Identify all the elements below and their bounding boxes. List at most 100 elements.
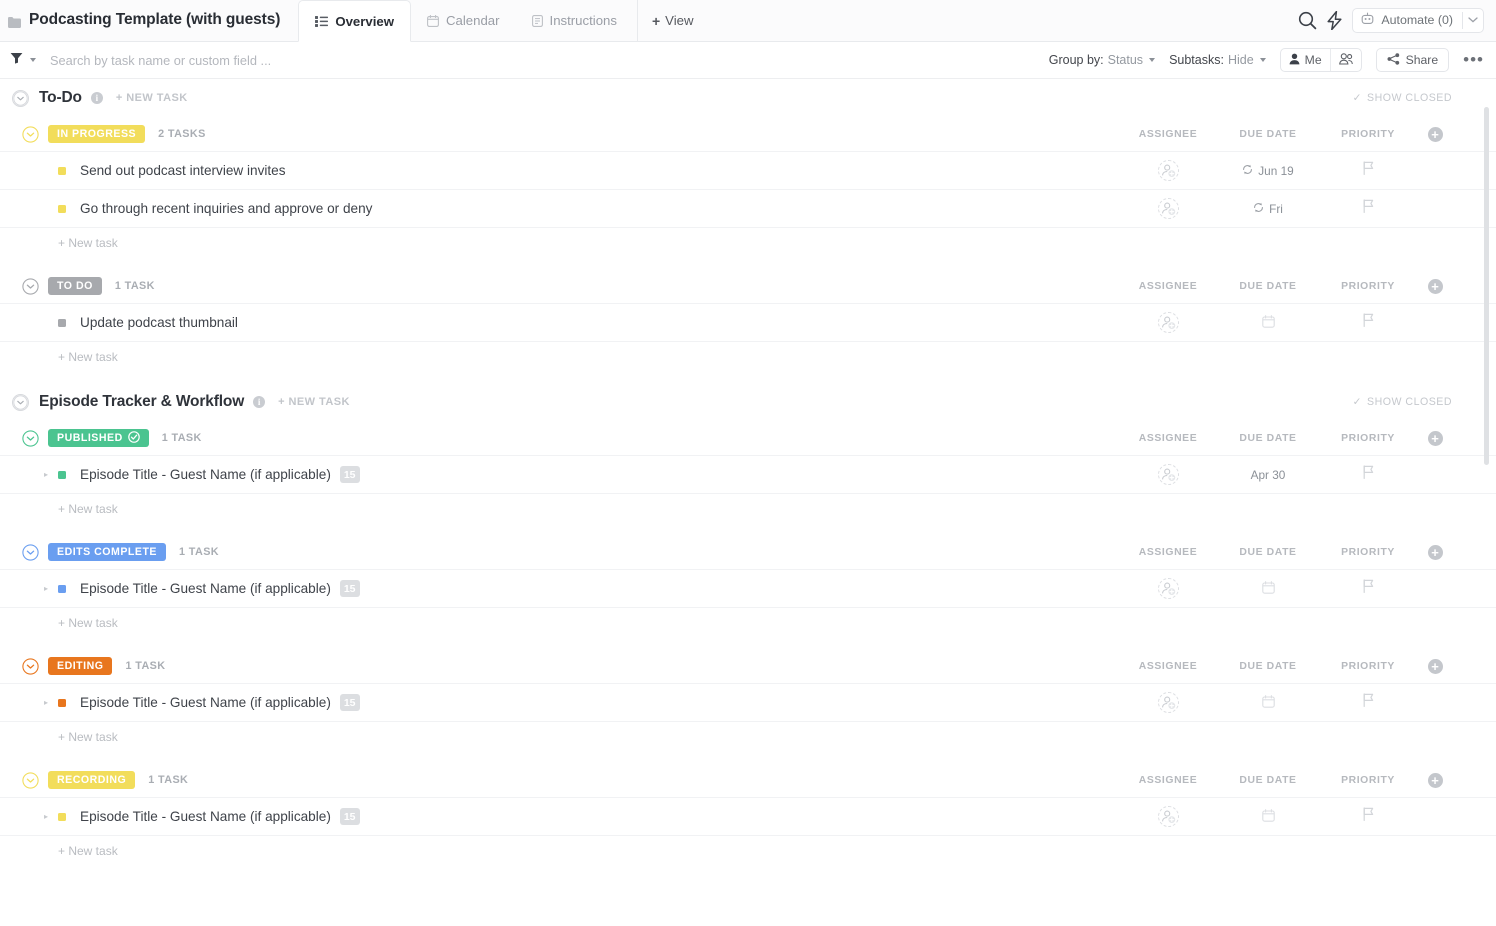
group-by-dropdown[interactable]: Group by: Status	[1049, 53, 1156, 67]
table-row[interactable]: ▸ Episode Title - Guest Name (if applicab…	[0, 455, 1496, 493]
vertical-scrollbar[interactable]	[1484, 107, 1489, 465]
table-row[interactable]: ▸ Episode Title - Guest Name (if applicab…	[0, 569, 1496, 607]
due-date-cell[interactable]: Fri	[1218, 202, 1318, 216]
due-date-cell[interactable]	[1218, 580, 1318, 597]
expand-task-icon[interactable]: ▸	[44, 584, 56, 593]
more-options-button[interactable]: •••	[1463, 51, 1484, 68]
due-date-cell[interactable]	[1218, 314, 1318, 331]
search-icon[interactable]	[1298, 11, 1317, 30]
assignee-cell[interactable]	[1118, 692, 1218, 713]
assignee-cell[interactable]	[1118, 312, 1218, 333]
add-assignee-icon[interactable]	[1157, 806, 1179, 827]
collapse-section-icon[interactable]	[12, 89, 29, 107]
status-badge[interactable]: IN PROGRESS	[48, 125, 146, 143]
add-view-button[interactable]: + View	[636, 0, 708, 41]
me-filter-button[interactable]: Me	[1281, 49, 1330, 71]
add-column-button[interactable]: +	[1418, 430, 1452, 446]
add-column-button[interactable]: +	[1418, 772, 1452, 788]
collapse-group-icon[interactable]	[22, 125, 39, 143]
task-name[interactable]: Episode Title - Guest Name (if applicabl…	[80, 467, 331, 482]
new-task-row[interactable]: + New task	[0, 227, 1496, 257]
assignee-cell[interactable]	[1118, 578, 1218, 599]
chevron-down-icon[interactable]	[1462, 11, 1478, 29]
assignee-cell[interactable]	[1118, 464, 1218, 485]
show-closed-toggle[interactable]: ✓ SHOW CLOSED	[1353, 396, 1452, 408]
task-status-dot[interactable]	[58, 698, 66, 707]
task-status-dot[interactable]	[58, 584, 66, 593]
share-button[interactable]: Share	[1375, 48, 1450, 72]
assignee-cell[interactable]	[1118, 806, 1218, 827]
due-date-cell[interactable]	[1218, 808, 1318, 825]
task-name[interactable]: Go through recent inquiries and approve …	[80, 201, 372, 216]
new-task-row[interactable]: + New task	[0, 721, 1496, 751]
new-task-row[interactable]: + New task	[0, 493, 1496, 523]
table-row[interactable]: Go through recent inquiries and approve …	[0, 189, 1496, 227]
priority-cell[interactable]	[1318, 161, 1418, 180]
assignee-cell[interactable]	[1118, 160, 1218, 181]
new-task-row[interactable]: + New task	[0, 341, 1496, 371]
filter-button[interactable]	[6, 51, 40, 69]
add-assignee-icon[interactable]	[1157, 578, 1179, 599]
task-name[interactable]: Episode Title - Guest Name (if applicabl…	[80, 581, 331, 596]
status-badge[interactable]: RECORDING	[48, 771, 136, 789]
add-assignee-icon[interactable]	[1157, 692, 1179, 713]
priority-cell[interactable]	[1318, 199, 1418, 218]
new-task-button[interactable]: + NEW TASK	[116, 92, 188, 104]
tab-calendar[interactable]: Calendar	[411, 0, 516, 41]
task-name[interactable]: Update podcast thumbnail	[80, 315, 238, 330]
table-row[interactable]: ▸ Episode Title - Guest Name (if applicab…	[0, 797, 1496, 835]
task-name[interactable]: Episode Title - Guest Name (if applicabl…	[80, 695, 331, 710]
collapse-group-icon[interactable]	[22, 543, 39, 561]
due-date-cell[interactable]: Jun 19	[1218, 164, 1318, 178]
task-status-dot[interactable]	[58, 318, 66, 327]
info-icon[interactable]: i	[90, 92, 103, 104]
assignee-cell[interactable]	[1118, 198, 1218, 219]
info-icon[interactable]: i	[253, 396, 266, 408]
priority-cell[interactable]	[1318, 807, 1418, 826]
status-badge[interactable]: EDITS COMPLETE	[48, 543, 166, 561]
task-status-dot[interactable]	[58, 470, 66, 479]
add-column-button[interactable]: +	[1418, 278, 1452, 294]
due-date-cell[interactable]	[1218, 694, 1318, 711]
subtasks-dropdown[interactable]: Subtasks: Hide	[1169, 53, 1266, 67]
new-task-row[interactable]: + New task	[0, 835, 1496, 865]
collapse-section-icon[interactable]	[12, 393, 29, 411]
table-row[interactable]: ▸ Episode Title - Guest Name (if applicab…	[0, 683, 1496, 721]
priority-cell[interactable]	[1318, 465, 1418, 484]
lightning-bolt-icon[interactable]	[1327, 10, 1342, 30]
expand-task-icon[interactable]: ▸	[44, 812, 56, 821]
add-assignee-icon[interactable]	[1157, 312, 1179, 333]
collapse-group-icon[interactable]	[22, 429, 39, 447]
task-status-dot[interactable]	[58, 204, 66, 213]
tab-overview[interactable]: Overview	[298, 0, 411, 42]
expand-task-icon[interactable]: ▸	[44, 470, 56, 479]
table-row[interactable]: Send out podcast interview invites Jun 19	[0, 151, 1496, 189]
task-name[interactable]: Send out podcast interview invites	[80, 163, 286, 178]
add-assignee-icon[interactable]	[1157, 198, 1179, 219]
new-task-button[interactable]: + NEW TASK	[278, 396, 350, 408]
add-assignee-icon[interactable]	[1157, 160, 1179, 181]
add-column-button[interactable]: +	[1418, 126, 1452, 142]
status-badge[interactable]: TO DO	[48, 277, 102, 295]
due-date-cell[interactable]: Apr 30	[1218, 468, 1318, 482]
add-column-button[interactable]: +	[1418, 658, 1452, 674]
people-filter-button[interactable]	[1329, 49, 1361, 71]
show-closed-toggle[interactable]: ✓ SHOW CLOSED	[1353, 92, 1452, 104]
priority-cell[interactable]	[1318, 579, 1418, 598]
status-badge[interactable]: PUBLISHED	[48, 429, 149, 447]
task-status-dot[interactable]	[58, 166, 66, 175]
collapse-group-icon[interactable]	[22, 771, 39, 789]
collapse-group-icon[interactable]	[22, 657, 39, 675]
new-task-row[interactable]: + New task	[0, 607, 1496, 637]
priority-cell[interactable]	[1318, 313, 1418, 332]
automate-button[interactable]: Automate (0)	[1352, 7, 1484, 33]
table-row[interactable]: Update podcast thumbnail	[0, 303, 1496, 341]
collapse-group-icon[interactable]	[22, 277, 39, 295]
search-input[interactable]	[50, 52, 470, 68]
task-status-dot[interactable]	[58, 812, 66, 821]
add-column-button[interactable]: +	[1418, 544, 1452, 560]
task-name[interactable]: Episode Title - Guest Name (if applicabl…	[80, 809, 331, 824]
expand-task-icon[interactable]: ▸	[44, 698, 56, 707]
status-badge[interactable]: EDITING	[48, 657, 113, 675]
priority-cell[interactable]	[1318, 693, 1418, 712]
